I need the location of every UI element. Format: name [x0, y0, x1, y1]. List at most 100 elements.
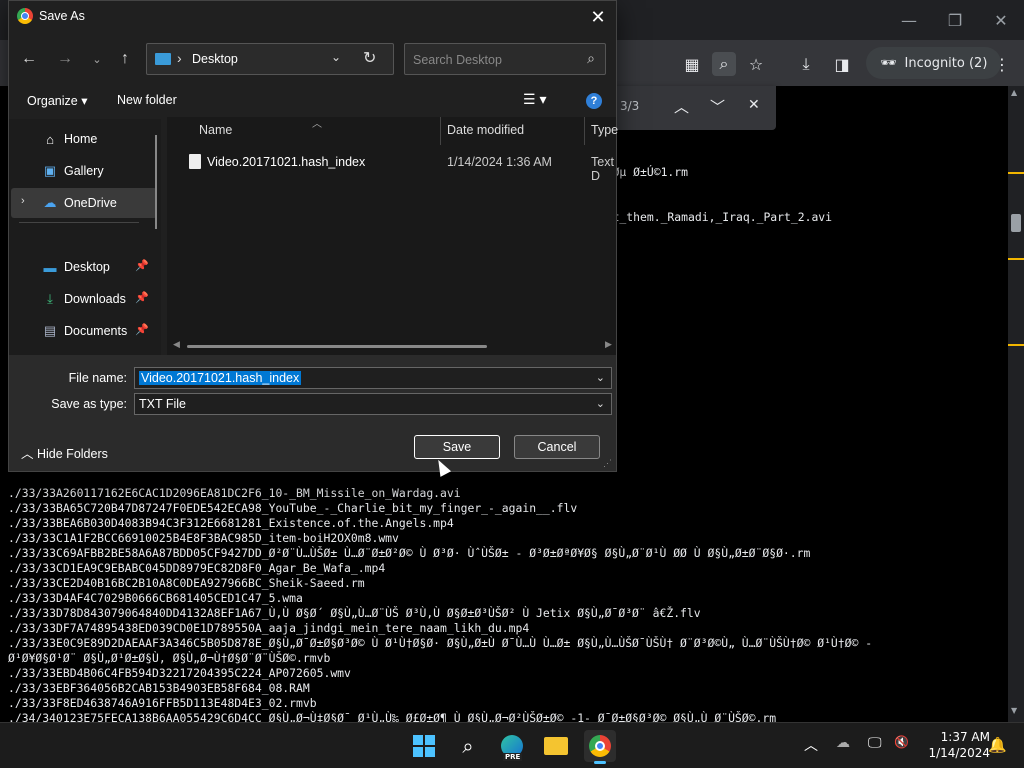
find-marker — [1008, 172, 1024, 174]
column-separator[interactable] — [584, 117, 585, 145]
chevron-down-icon[interactable]: ⌄ — [596, 397, 605, 410]
chevron-down-icon[interactable]: ⌄ — [596, 371, 605, 384]
sidebar-item-desktop[interactable]: ▬ Desktop 📌 — [11, 252, 157, 282]
file-explorer-icon[interactable] — [540, 730, 572, 762]
gallery-icon: ▣ — [43, 163, 57, 178]
refresh-icon[interactable]: ↻ — [363, 48, 376, 68]
save-as-type-label: Save as type: — [51, 397, 127, 411]
file-date: 1/14/2024 1:36 AM — [447, 155, 552, 169]
page-scrollbar[interactable] — [1008, 86, 1024, 722]
network-icon[interactable]: 🖵 — [868, 735, 882, 751]
horizontal-scrollbar-thumb[interactable] — [187, 345, 487, 348]
cloud-offline-icon[interactable]: ☁ — [836, 735, 850, 751]
forward-arrow-icon[interactable]: → — [53, 47, 77, 71]
up-arrow-icon[interactable]: ↑ — [113, 47, 137, 71]
clock-time: 1:37 AM — [940, 730, 990, 744]
sidebar-item-downloads[interactable]: ⤓ Downloads 📌 — [11, 284, 157, 314]
sidebar-item-home[interactable]: ⌂ Home — [11, 124, 157, 154]
scroll-right-icon[interactable]: ▶ — [605, 339, 612, 350]
scroll-left-icon[interactable]: ◀ — [173, 339, 180, 350]
edge-badge: PRE — [503, 753, 523, 761]
scroll-down-icon[interactable]: ▼ — [1011, 706, 1017, 715]
find-count: 3/3 — [620, 99, 640, 113]
chevron-up-icon: ︿ — [21, 447, 34, 461]
help-icon[interactable]: ? — [586, 93, 602, 109]
organize-button[interactable]: Organize ▾ — [27, 93, 87, 108]
sidebar-divider — [19, 222, 139, 223]
find-marker — [1008, 344, 1024, 346]
sidebar-item-gallery[interactable]: ▣ Gallery — [11, 156, 157, 186]
file-list: ︿ Name Date modified Type Video.20171021… — [167, 117, 618, 355]
volume-muted-icon[interactable]: 🔇 — [894, 735, 909, 749]
new-folder-button[interactable]: New folder — [117, 93, 177, 107]
side-panel-icon[interactable]: ◨ — [830, 52, 854, 76]
home-icon: ⌂ — [46, 131, 54, 147]
close-window-icon[interactable]: ✕ — [978, 0, 1024, 40]
download-icon[interactable]: ⤓ — [794, 52, 818, 76]
find-next-icon[interactable]: ﹀ — [710, 96, 725, 117]
edge-preview-icon[interactable]: PRE — [496, 730, 528, 762]
chrome-icon — [17, 8, 33, 24]
back-arrow-icon[interactable]: ← — [17, 47, 41, 71]
file-row[interactable]: Video.20171021.hash_index 1/14/2024 1:36… — [177, 151, 616, 183]
documents-icon: ▤ — [43, 323, 57, 338]
column-header-date[interactable]: Date modified — [447, 123, 524, 137]
taskbar: ⌕ PRE ︿ ☁ 🖵 🔇 1:37 AM 1/14/2024 🔔 — [0, 722, 1024, 768]
content-line: ./33/33C69AFBB2BE58A6A87BDD05CF9427DD_Ø²… — [8, 546, 811, 560]
save-as-type-value: TXT File — [139, 397, 186, 411]
column-header-type[interactable]: Type — [591, 123, 618, 137]
column-header-name[interactable]: Name — [199, 123, 232, 137]
sidebar-item-onedrive[interactable]: › ☁ OneDrive — [11, 188, 157, 218]
save-button[interactable]: Save — [414, 435, 500, 459]
find-marker — [1008, 258, 1024, 260]
bookmark-star-icon[interactable]: ☆ — [744, 52, 768, 76]
qr-code-icon[interactable]: ▦ — [680, 52, 704, 76]
find-prev-icon[interactable]: ︿ — [674, 96, 689, 117]
save-options-panel: File name: Video.20171021.hash_index ⌄ S… — [9, 355, 616, 471]
content-line: ./33/33CD1EA9C9EBABC045DD8979EC82D8F0_Ag… — [8, 561, 386, 575]
incognito-badge[interactable]: 🕶 Incognito (2) — [866, 47, 1002, 79]
chevron-right-icon: › — [177, 50, 182, 66]
content-line: Ø¹Ø¥Ø§Ø¹Ø¨ Ø§Ù„Ø¹Ø±Ø§Ù‚ Ø§Ù„Ø¬Ù†Ø§Ø¨Ø¨ÙŠ… — [8, 651, 331, 665]
expand-chevron-icon[interactable]: › — [21, 195, 25, 207]
notification-bell-icon[interactable]: 🔔 — [988, 736, 1007, 754]
show-hidden-icons-icon[interactable]: ︿ — [804, 735, 818, 755]
menu-kebab-icon[interactable]: ⋮ — [990, 52, 1014, 76]
restore-icon[interactable]: ❐ — [932, 0, 978, 40]
scroll-up-icon[interactable]: ▲ — [1011, 88, 1017, 97]
cancel-button[interactable]: Cancel — [514, 435, 600, 459]
file-name-value[interactable]: Video.20171021.hash_index — [139, 371, 302, 385]
search-input[interactable] — [413, 51, 573, 69]
hide-folders-button[interactable]: ︿ Hide Folders — [21, 443, 108, 462]
content-line: ./33/33A260117162E6CAC1D2096EA81DC2F6_10… — [8, 486, 461, 500]
view-options-icon[interactable]: ☰ ▾ — [523, 91, 546, 108]
find-in-page-icon[interactable]: ⌕ — [712, 52, 736, 76]
column-separator[interactable] — [440, 117, 441, 145]
dialog-title: Save As — [39, 9, 85, 23]
content-line: ./33/33EBD4B06C4FB594D32217204395C224_AP… — [8, 666, 351, 680]
scrollbar-thumb[interactable] — [1011, 214, 1021, 232]
file-name-field[interactable]: Video.20171021.hash_index ⌄ — [134, 367, 612, 389]
windows-logo-icon — [413, 735, 435, 757]
sidebar-scrollbar[interactable] — [155, 135, 157, 229]
content-line: ./33/33EBF364056B2CAB153B4903EB58F684_08… — [8, 681, 310, 695]
command-bar: Organize ▾ New folder ☰ ▾ ? — [9, 85, 616, 117]
content-line: s_at_them._Ramadi,_Iraq._Part_2.avi — [592, 210, 833, 224]
sidebar-item-documents[interactable]: ▤ Documents 📌 — [11, 316, 157, 346]
search-icon[interactable]: ⌕ — [452, 730, 484, 762]
start-button[interactable] — [408, 730, 440, 762]
incognito-label: Incognito (2) — [904, 55, 988, 71]
chevron-down-icon[interactable]: ⌄ — [331, 50, 341, 64]
resize-grip-icon[interactable]: ⋰ — [603, 458, 612, 469]
find-close-icon[interactable]: ✕ — [748, 97, 760, 113]
recent-locations-icon[interactable]: ⌄ — [85, 47, 109, 71]
content-line: ./33/33D78D843079064840DD4132A8EF1A67_Ù‚… — [8, 606, 701, 620]
chrome-taskbar-icon[interactable] — [584, 730, 616, 764]
system-clock[interactable]: 1:37 AM 1/14/2024 — [918, 729, 990, 761]
minimize-icon[interactable]: — — [886, 0, 932, 40]
address-bar[interactable]: › Desktop ⌄ ↻ — [146, 43, 394, 75]
content-line: ./33/33CE2D40B16BC2B10A8C0DEA927966BC_Sh… — [8, 576, 365, 590]
close-icon[interactable]: ✕ — [584, 3, 612, 31]
save-as-type-select[interactable]: TXT File ⌄ — [134, 393, 612, 415]
search-box[interactable]: ⌕ — [404, 43, 606, 75]
